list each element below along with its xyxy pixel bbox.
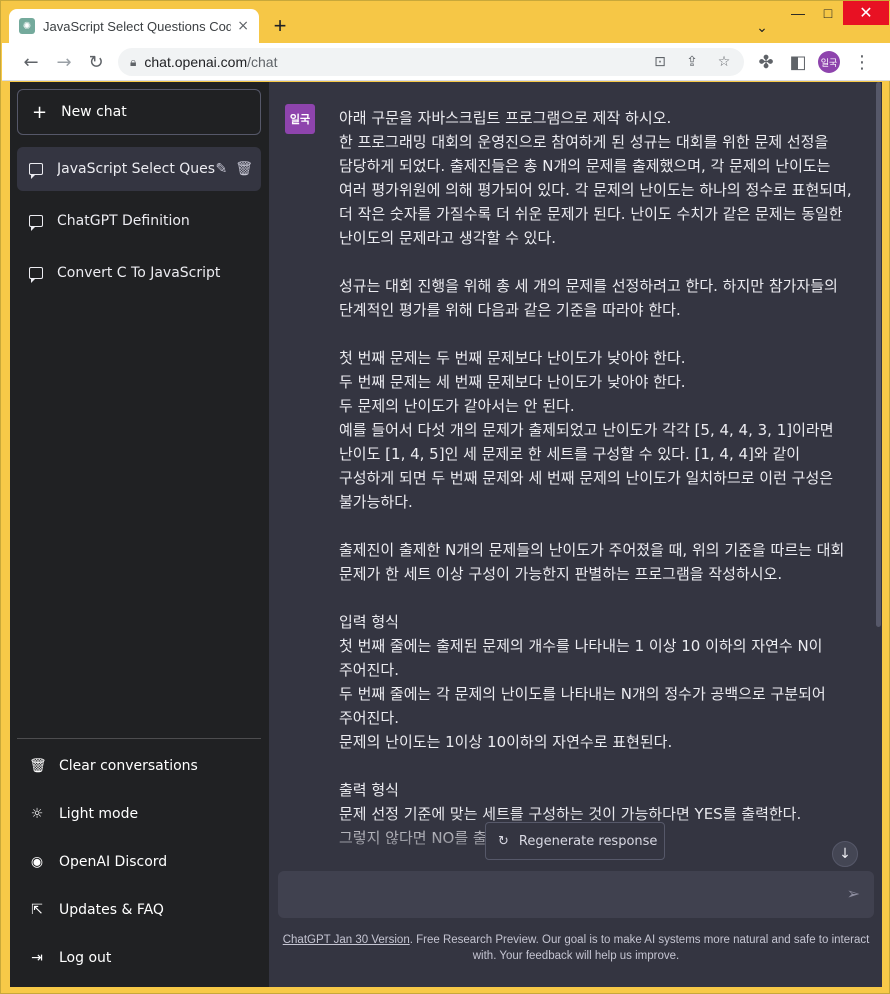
new-tab-button[interactable]: + [267, 13, 293, 39]
minimize-button[interactable]: — [783, 1, 813, 25]
external-link-icon: ⇱ [31, 902, 43, 918]
conversation-label: Convert C To JavaScript [57, 265, 221, 281]
openai-favicon-icon: ✺ [19, 18, 35, 34]
maximize-button[interactable]: □ [813, 1, 843, 25]
chat-bubble-icon [29, 215, 43, 231]
light-mode-button[interactable]: ☼ Light mode [17, 794, 261, 834]
chat-scrollbar[interactable] [874, 82, 882, 987]
reload-icon[interactable]: ↻ [84, 50, 108, 74]
chat-bubble-icon [29, 267, 43, 283]
new-chat-button[interactable]: + New chat [17, 89, 261, 135]
sidebar: + New chat JavaScript Select Quest ✎ 🗑︎ … [10, 82, 269, 987]
tab-search-icon[interactable]: ⌄ [749, 15, 775, 39]
browser-tab[interactable]: ✺ JavaScript Select Questions Cod × [9, 9, 259, 43]
logout-icon: ⇥ [31, 950, 43, 966]
chat-bubble-icon [29, 163, 43, 179]
browser-window: ✺ JavaScript Select Questions Cod × + ⌄ … [0, 0, 890, 994]
regenerate-label: Regenerate response [518, 833, 658, 849]
menu-label: Clear conversations [59, 758, 198, 774]
trash-icon: 🗑︎ [29, 758, 47, 774]
menu-label: Log out [59, 950, 112, 966]
edit-pencil-icon[interactable]: ✎ [215, 161, 227, 177]
conversation-label: JavaScript Select Quest [57, 161, 216, 177]
tab-strip: ✺ JavaScript Select Questions Cod × + ⌄ … [1, 1, 890, 43]
updates-faq-link[interactable]: ⇱ Updates & FAQ [17, 890, 261, 930]
send-paper-plane-icon[interactable]: ➢ [847, 884, 860, 903]
lock-icon: 🔒︎ [130, 54, 137, 69]
tab-close-icon[interactable]: × [237, 18, 249, 34]
conversation-item-active[interactable]: JavaScript Select Quest ✎ 🗑︎ [17, 147, 261, 191]
log-out-button[interactable]: ⇥ Log out [17, 938, 261, 978]
browser-toolbar: ← → ↻ 🔒︎ chat.openai.com/chat ⊡ ⇪ ☆ ✤ ◧ … [2, 43, 890, 81]
refresh-icon: ↻ [498, 833, 509, 849]
translate-icon[interactable]: ⊡ [650, 52, 670, 72]
address-bar[interactable]: 🔒︎ chat.openai.com/chat ⊡ ⇪ ☆ [118, 48, 744, 76]
extensions-puzzle-icon[interactable]: ✤ [754, 50, 778, 74]
scroll-down-arrow-icon[interactable]: ↓ [832, 841, 858, 867]
url-path: /chat [247, 54, 278, 70]
footer-disclaimer: ChatGPT Jan 30 Version. Free Research Pr… [279, 932, 873, 964]
conversation-item[interactable]: Convert C To JavaScript [17, 251, 261, 295]
delete-trash-icon[interactable]: 🗑︎ [235, 161, 253, 177]
url-host: chat.openai.com [144, 54, 248, 70]
clear-conversations-button[interactable]: 🗑︎ Clear conversations [17, 746, 261, 786]
new-chat-label: New chat [61, 104, 127, 120]
chat-main: 일국 아래 구문을 자바스크립트 프로그램으로 제작 하시오. 한 프로그래밍 … [269, 82, 882, 987]
close-window-button[interactable]: ✕ [843, 1, 889, 25]
more-menu-icon[interactable]: ⋮ [850, 50, 874, 74]
conversation-item[interactable]: ChatGPT Definition [17, 199, 261, 243]
side-panel-icon[interactable]: ◧ [786, 50, 810, 74]
conversation-label: ChatGPT Definition [57, 213, 190, 229]
menu-label: OpenAI Discord [59, 854, 168, 870]
footer-text: . Free Research Preview. Our goal is to … [409, 934, 870, 962]
discord-icon: ◉ [30, 854, 44, 870]
back-arrow-icon[interactable]: ← [19, 50, 43, 74]
menu-label: Updates & FAQ [59, 902, 164, 918]
sun-icon: ☼ [30, 806, 44, 822]
regenerate-response-button[interactable]: ↻ Regenerate response [485, 822, 665, 860]
scrollbar-thumb[interactable] [876, 82, 881, 627]
forward-arrow-icon[interactable]: → [52, 50, 76, 74]
openai-discord-link[interactable]: ◉ OpenAI Discord [17, 842, 261, 882]
user-message-text: 아래 구문을 자바스크립트 프로그램으로 제작 하시오. 한 프로그래밍 대회의… [339, 109, 852, 847]
profile-avatar[interactable]: 일국 [818, 51, 840, 73]
plus-icon: + [32, 101, 48, 123]
bookmark-star-icon[interactable]: ☆ [714, 52, 734, 72]
menu-label: Light mode [59, 806, 139, 822]
version-link[interactable]: ChatGPT Jan 30 Version [283, 934, 410, 946]
user-avatar: 일국 [285, 104, 315, 134]
sidebar-divider [17, 738, 261, 739]
chat-input[interactable]: ➢ [278, 871, 874, 918]
share-icon[interactable]: ⇪ [682, 52, 702, 72]
tab-title: JavaScript Select Questions Cod [43, 18, 232, 34]
